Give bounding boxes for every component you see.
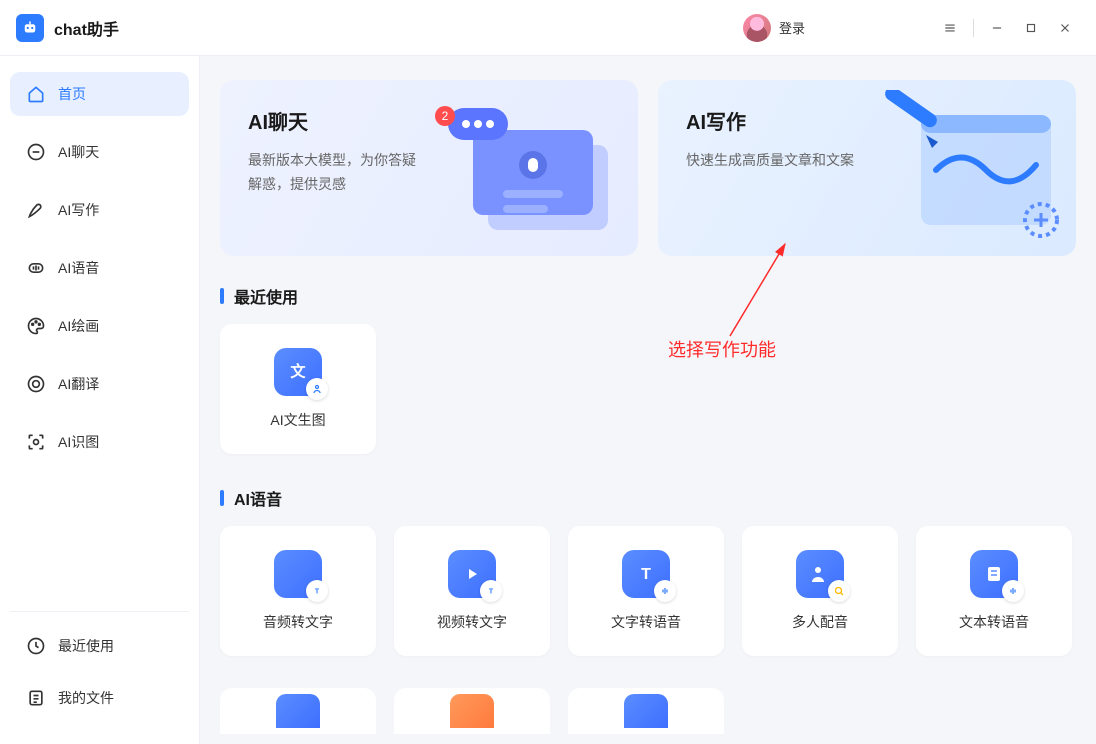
tool-label: 多人配音 bbox=[792, 612, 848, 632]
tool-label: 音频转文字 bbox=[263, 612, 333, 632]
chat-icon bbox=[26, 142, 46, 162]
titlebar: chat助手 登录 bbox=[0, 0, 1096, 56]
hero-write-desc: 快速生成高质量文章和文案 bbox=[686, 149, 866, 173]
tool-text2image[interactable]: 文 AI文生图 bbox=[220, 324, 376, 454]
tool-label: AI文生图 bbox=[270, 410, 325, 430]
notification-badge: 2 bbox=[435, 106, 455, 126]
svg-text:T: T bbox=[489, 589, 494, 596]
tool-label: 文字转语音 bbox=[611, 612, 681, 632]
nav-label: AI翻译 bbox=[58, 374, 99, 394]
hero-chat-title: AI聊天 bbox=[248, 106, 610, 135]
app-logo bbox=[16, 14, 44, 42]
user-avatar[interactable] bbox=[743, 14, 771, 42]
tool-text2voice[interactable]: T 文字转语音 bbox=[568, 526, 724, 656]
login-link[interactable]: 登录 bbox=[779, 18, 805, 37]
tool-audio2text[interactable]: T 音频转文字 bbox=[220, 526, 376, 656]
tool-partial-2[interactable] bbox=[394, 688, 550, 734]
tool-partial-1[interactable] bbox=[220, 688, 376, 734]
tool-text2speech[interactable]: 文本转语音 bbox=[916, 526, 1072, 656]
partial-icon bbox=[624, 694, 668, 728]
partial-icon bbox=[450, 694, 494, 728]
nav-label: AI识图 bbox=[58, 432, 99, 452]
write-icon bbox=[26, 200, 46, 220]
tool-label: 视频转文字 bbox=[437, 612, 507, 632]
nav-label: 首页 bbox=[58, 84, 86, 104]
sidebar: 首页 AI聊天 AI写作 AI语音 AI绘画 AI翻译 bbox=[0, 56, 200, 744]
partial-icon bbox=[276, 694, 320, 728]
video2text-icon: T bbox=[448, 550, 496, 598]
nav-draw[interactable]: AI绘画 bbox=[10, 304, 189, 348]
files-icon bbox=[26, 688, 46, 708]
nav-write[interactable]: AI写作 bbox=[10, 188, 189, 232]
tool-partial-3[interactable] bbox=[568, 688, 724, 734]
hero-write-card[interactable]: AI写作 快速生成高质量文章和文案 bbox=[658, 80, 1076, 256]
nav-label: AI语音 bbox=[58, 258, 99, 278]
audio2text-icon: T bbox=[274, 550, 322, 598]
svg-text:T: T bbox=[641, 566, 651, 583]
nav-recognize[interactable]: AI识图 bbox=[10, 420, 189, 464]
nav-files[interactable]: 我的文件 bbox=[10, 676, 189, 720]
svg-text:文: 文 bbox=[290, 362, 306, 380]
nav-home[interactable]: 首页 bbox=[10, 72, 189, 116]
minimize-button[interactable] bbox=[982, 13, 1012, 43]
section-bar bbox=[220, 490, 224, 506]
nav-label: AI写作 bbox=[58, 200, 99, 220]
hero-chat-card[interactable]: AI聊天 最新版本大模型，为你答疑解惑，提供灵感 2 bbox=[220, 80, 638, 256]
multivoice-icon bbox=[796, 550, 844, 598]
section-bar bbox=[220, 288, 224, 304]
home-icon bbox=[26, 84, 46, 104]
recognize-icon bbox=[26, 432, 46, 452]
section-recent-title: 最近使用 bbox=[234, 284, 298, 308]
tool-label: 文本转语音 bbox=[959, 612, 1029, 632]
hero-chat-desc: 最新版本大模型，为你答疑解惑，提供灵感 bbox=[248, 149, 428, 197]
section-voice-head: AI语音 bbox=[220, 486, 1076, 510]
recent-icon bbox=[26, 636, 46, 656]
nav-label: AI聊天 bbox=[58, 142, 99, 162]
nav-recent[interactable]: 最近使用 bbox=[10, 624, 189, 668]
maximize-button[interactable] bbox=[1016, 13, 1046, 43]
svg-text:T: T bbox=[315, 589, 320, 596]
nav-label: AI绘画 bbox=[58, 316, 99, 336]
tool-multivoice[interactable]: 多人配音 bbox=[742, 526, 898, 656]
voice-icon bbox=[26, 258, 46, 278]
text2voice-icon: T bbox=[622, 550, 670, 598]
text2speech-icon bbox=[970, 550, 1018, 598]
nav-label: 我的文件 bbox=[58, 688, 114, 708]
nav-voice[interactable]: AI语音 bbox=[10, 246, 189, 290]
text2image-icon: 文 bbox=[274, 348, 322, 396]
translate-icon bbox=[26, 374, 46, 394]
main-content: AI聊天 最新版本大模型，为你答疑解惑，提供灵感 2 AI写作 快速生成高质量文… bbox=[200, 56, 1096, 744]
nav-chat[interactable]: AI聊天 bbox=[10, 130, 189, 174]
tool-video2text[interactable]: T 视频转文字 bbox=[394, 526, 550, 656]
section-recent-head: 最近使用 bbox=[220, 284, 1076, 308]
app-title: chat助手 bbox=[54, 16, 743, 40]
draw-icon bbox=[26, 316, 46, 336]
hero-write-title: AI写作 bbox=[686, 106, 1048, 135]
close-button[interactable] bbox=[1050, 13, 1080, 43]
menu-button[interactable] bbox=[935, 13, 965, 43]
nav-translate[interactable]: AI翻译 bbox=[10, 362, 189, 406]
nav-label: 最近使用 bbox=[58, 636, 114, 656]
section-voice-title: AI语音 bbox=[234, 486, 282, 510]
